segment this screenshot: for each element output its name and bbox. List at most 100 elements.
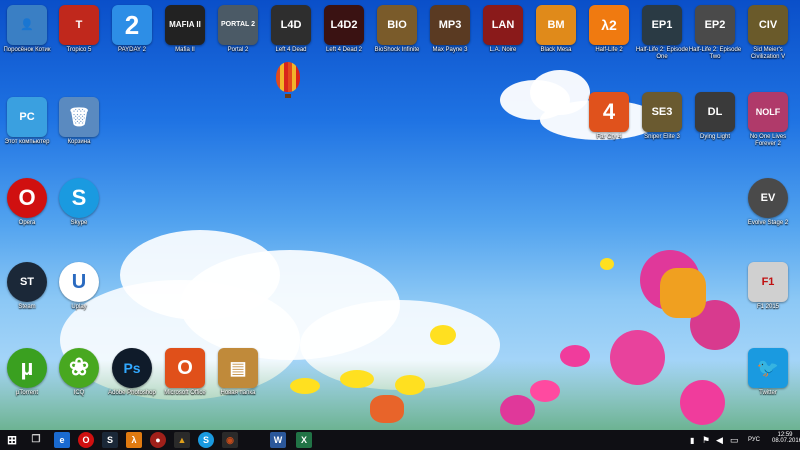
icon-label: Left 4 Dead xyxy=(275,47,307,53)
sniper-elite-icon: SE3 xyxy=(642,92,682,132)
network-icon[interactable]: ▮ xyxy=(690,436,694,445)
taskbar-edge-icon[interactable]: e xyxy=(54,432,70,448)
portal-icon: PORTAL 2 xyxy=(218,5,258,45)
desktop-icon-new-folder[interactable]: ▤ Новая папка xyxy=(211,348,265,397)
l4d-icon: L4D xyxy=(271,5,311,45)
desktop-icon-twitter[interactable]: 🐦 Twitter xyxy=(741,348,795,397)
desktop-icon-user-folder[interactable]: 👤 Поросёнок Котик xyxy=(0,5,54,54)
volume-icon[interactable]: ◀ xyxy=(716,435,723,446)
icon-label: Sniper Elite 3 xyxy=(644,134,680,140)
tropico-star-icon: T xyxy=(59,5,99,45)
icon-label: Microsoft Office xyxy=(164,390,206,396)
flower xyxy=(500,395,535,425)
clock[interactable]: 12:59 08.07.2016 xyxy=(772,432,800,444)
flower xyxy=(340,370,374,388)
taskbar-excel-icon[interactable]: X xyxy=(296,432,312,448)
desktop-icon-far-cry-4[interactable]: 4 Far Cry 4 xyxy=(582,92,636,141)
hot-air-balloon xyxy=(276,62,300,92)
desktop-icon-evolve-stage-2[interactable]: EV Evolve Stage 2 xyxy=(741,178,795,227)
taskbar-skype-icon[interactable]: S xyxy=(198,432,214,448)
flower xyxy=(560,345,590,367)
icon-label: Far Cry 4 xyxy=(596,134,622,140)
desktop-icon-steam[interactable]: ST Steam xyxy=(0,262,54,311)
desktop-icon-civilization-5[interactable]: CIV Sid Meier's Civilization V xyxy=(741,5,795,61)
civilization-icon: CIV xyxy=(748,5,788,45)
icon-label: Этот компьютер xyxy=(4,139,50,145)
power-icon[interactable]: ▭ xyxy=(730,435,739,446)
twitter-bird-icon: 🐦 xyxy=(748,348,788,388)
flower xyxy=(610,330,665,385)
opera-icon: O xyxy=(7,178,47,218)
icon-label: Новая папка xyxy=(220,390,256,396)
desktop-icon-left-4-dead[interactable]: L4D Left 4 Dead xyxy=(264,5,318,54)
icon-label: Uplay xyxy=(71,304,87,310)
icon-label: Half-Life 2 xyxy=(595,47,623,53)
icq-flower-icon: ❀ xyxy=(59,348,99,388)
desktop-icon-sniper-elite-3[interactable]: SE3 Sniper Elite 3 xyxy=(635,92,689,141)
desktop-icon-uplay[interactable]: U Uplay xyxy=(52,262,106,311)
desktop-icon-bioshock-infinite[interactable]: BIO BioShock Infinite xyxy=(370,5,424,54)
utorrent-icon: µ xyxy=(7,348,47,388)
desktop-icon-portal-2[interactable]: PORTAL 2 Portal 2 xyxy=(211,5,265,54)
language-indicator[interactable]: РУС xyxy=(748,437,760,443)
l4d2-icon: L4D2 xyxy=(324,5,364,45)
icon-label: No One Lives Forever 2 xyxy=(749,134,787,147)
computer-icon: PC xyxy=(7,97,47,137)
flower xyxy=(600,258,614,270)
taskbar-game-icon[interactable]: ● xyxy=(150,432,166,448)
taskbar-opera-icon[interactable]: O xyxy=(78,432,94,448)
desktop-icon-left-4-dead-2[interactable]: L4D2 Left 4 Dead 2 xyxy=(317,5,371,54)
desktop-icon-payday-2[interactable]: 2 PAYDAY 2 xyxy=(105,5,159,54)
desktop-icon-black-mesa[interactable]: BM Black Mesa xyxy=(529,5,583,54)
desktop-icon-skype[interactable]: S Skype xyxy=(52,178,106,227)
mafia-icon: MAFIA II xyxy=(165,5,205,45)
desktop-icon-hl2-episode-one[interactable]: EP1 Half-Life 2: Episode One xyxy=(635,5,689,61)
desktop-icon-dying-light[interactable]: DL Dying Light xyxy=(688,92,742,141)
flower xyxy=(530,380,560,402)
desktop-icon-max-payne-3[interactable]: MP3 Max Payne 3 xyxy=(423,5,477,54)
black-mesa-icon: BM xyxy=(536,5,576,45)
dying-light-icon: DL xyxy=(695,92,735,132)
desktop-icon-hl2-episode-two[interactable]: EP2 Half-Life 2: Episode Two xyxy=(688,5,742,61)
taskbar-half-life-icon[interactable]: λ xyxy=(126,432,142,448)
desktop-icon-half-life-2[interactable]: λ2 Half-Life 2 xyxy=(582,5,636,54)
flower xyxy=(290,378,320,394)
bioshock-icon: BIO xyxy=(377,5,417,45)
desktop-icon-recycle-bin[interactable]: 🗑 Корзина xyxy=(52,97,106,146)
icon-label: L.A. Noire xyxy=(489,47,517,53)
start-button[interactable]: ⊞ xyxy=(4,432,20,448)
icon-label: Half-Life 2: Episode One xyxy=(635,47,689,60)
recycle-bin-icon: 🗑 xyxy=(59,97,99,137)
desktop-icon-office[interactable]: O Microsoft Office xyxy=(158,348,212,397)
desktop-icon-mafia-2[interactable]: MAFIA II Mafia II xyxy=(158,5,212,54)
desktop-icon-this-pc[interactable]: PC Этот компьютер xyxy=(0,97,54,146)
icon-label: Поросёнок Котик xyxy=(3,47,51,53)
icon-label: Max Payne 3 xyxy=(432,47,468,53)
clock-date: 08.07.2016 xyxy=(772,438,800,444)
icon-label: Twitter xyxy=(759,390,777,396)
taskbar-game-icon[interactable]: ◉ xyxy=(222,432,238,448)
icon-label: Tropico 5 xyxy=(66,47,92,53)
desktop-icon-tropico-5[interactable]: T Tropico 5 xyxy=(52,5,106,54)
icon-label: Left 4 Dead 2 xyxy=(325,47,363,53)
task-view-button[interactable]: ❐ xyxy=(28,432,44,448)
notification-flag-icon[interactable]: ⚑ xyxy=(702,435,710,446)
desktop-icon-utorrent[interactable]: µ µTorrent xyxy=(0,348,54,397)
desktop-icon-la-noire[interactable]: LAN L.A. Noire xyxy=(476,5,530,54)
desktop-icon-f1-2015[interactable]: F1 F1 2015 xyxy=(741,262,795,311)
taskbar-word-icon[interactable]: W xyxy=(270,432,286,448)
desktop-icon-opera[interactable]: O Opera xyxy=(0,178,54,227)
icon-label: Mafia II xyxy=(175,47,195,53)
icon-label: Skype xyxy=(70,220,88,226)
lambda-icon: λ2 xyxy=(589,5,629,45)
icon-label: Portal 2 xyxy=(227,47,249,53)
desktop-icon-nolf-2[interactable]: NOLF No One Lives Forever 2 xyxy=(741,92,795,148)
taskbar-steam-icon[interactable]: S xyxy=(102,432,118,448)
taskbar-game-icon[interactable]: ▲ xyxy=(174,432,190,448)
desktop: 👤 Поросёнок Котик T Tropico 5 2 PAYDAY 2… xyxy=(0,0,800,430)
steam-icon: ST xyxy=(7,262,47,302)
desktop-icon-icq[interactable]: ❀ ICQ xyxy=(52,348,106,397)
icon-label: BioShock Infinite xyxy=(374,47,420,53)
icon-label: Sid Meier's Civilization V xyxy=(750,47,786,60)
desktop-icon-photoshop[interactable]: Ps Adobe Photoshop xyxy=(105,348,159,397)
